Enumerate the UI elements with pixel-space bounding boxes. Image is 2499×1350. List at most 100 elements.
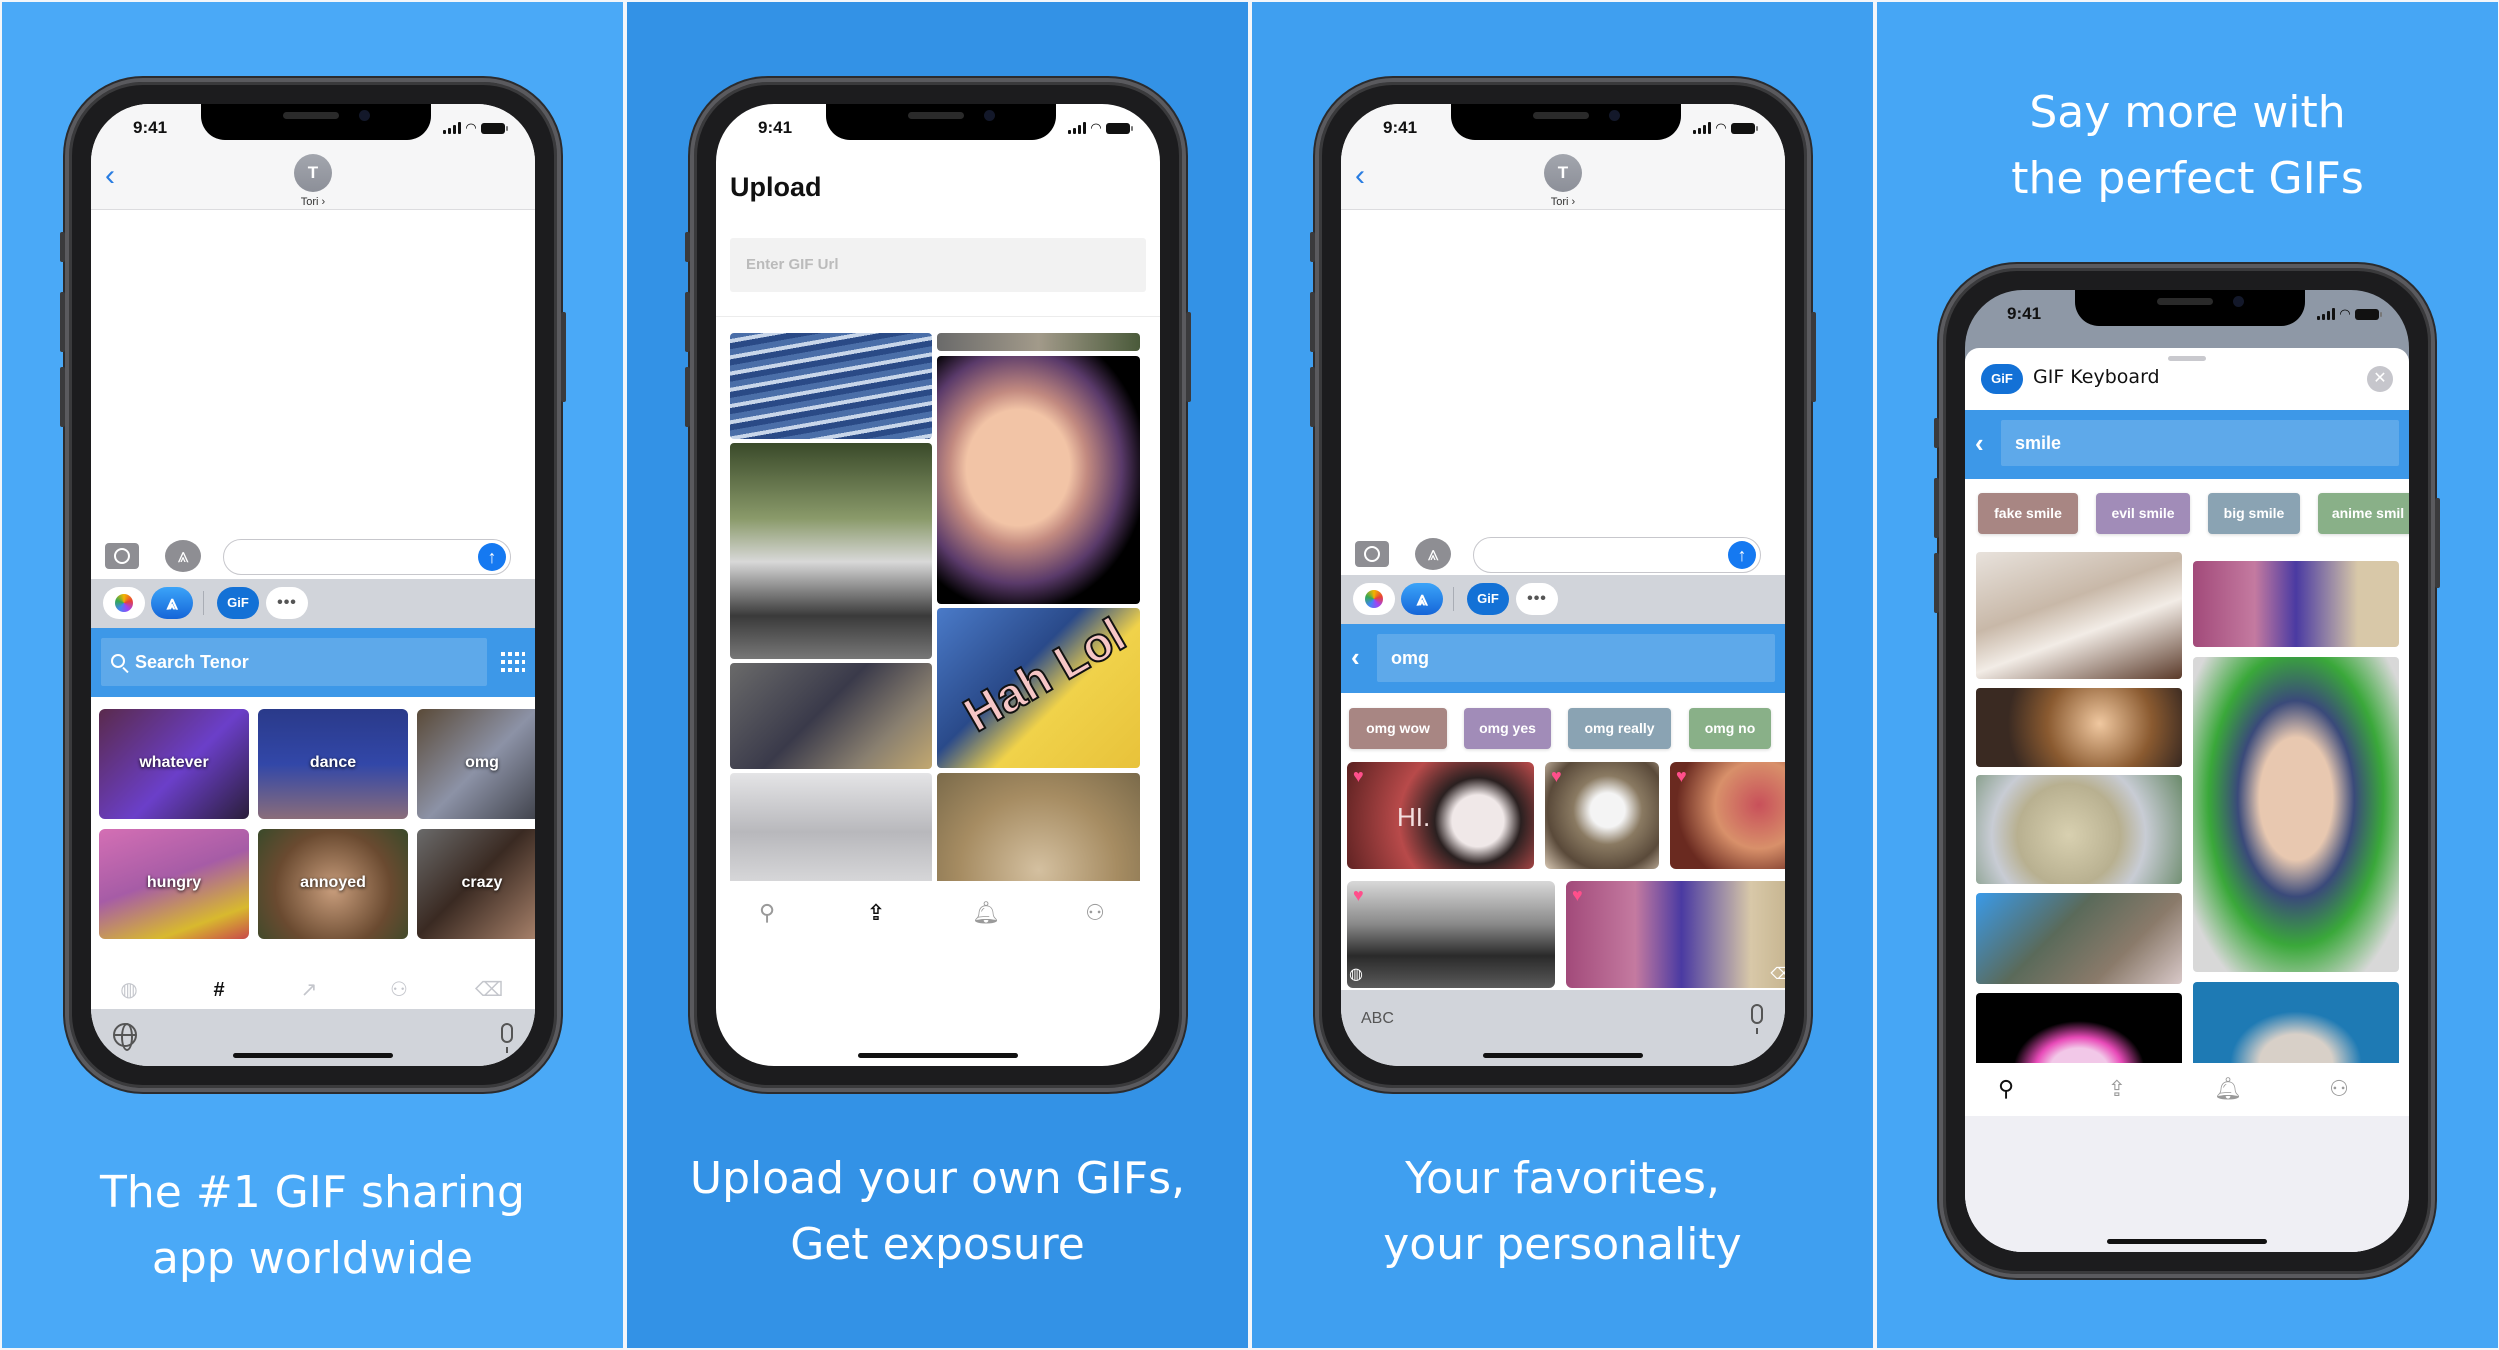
app-row-divider	[203, 591, 204, 615]
power-button	[1186, 312, 1191, 402]
favorite-gif-tile[interactable]: ♥	[1670, 762, 1785, 869]
favorite-gif-tile[interactable]: ♥	[1545, 762, 1659, 869]
favorite-heart-icon[interactable]: ♥	[1353, 767, 1364, 785]
profile-tab-icon[interactable]: ⚇	[381, 977, 417, 1003]
camera-icon[interactable]	[105, 543, 139, 569]
back-chevron-icon[interactable]: ‹	[1351, 644, 1360, 670]
gif-motorcycle-rider[interactable]	[730, 443, 932, 659]
camera-icon[interactable]	[1355, 541, 1389, 567]
smile-gif-tile[interactable]	[1976, 993, 2182, 1063]
search-tab-icon[interactable]: ⚲	[752, 898, 782, 928]
keyboard-toggle-icon[interactable]	[501, 652, 525, 672]
globe-icon[interactable]	[113, 1023, 137, 1051]
signal-icon	[1068, 122, 1086, 134]
globe-tab-icon[interactable]: ◍	[111, 977, 147, 1003]
gif-keyboard-app-icon[interactable]: GiF	[217, 587, 259, 619]
gif-cartoon-face[interactable]	[937, 356, 1140, 604]
close-icon[interactable]: ✕	[2367, 366, 2393, 392]
notifications-tab-icon[interactable]: 🔔︎	[2213, 1074, 2243, 1104]
contact-name[interactable]: Tori ›	[1341, 196, 1785, 208]
globe-overlay-icon[interactable]: ◍	[1349, 964, 1363, 984]
sheet-bottom-safe-area	[1965, 1116, 2409, 1252]
gif-hah-lol[interactable]: Hah Lol	[937, 608, 1140, 768]
volume-up-button	[1310, 292, 1315, 352]
back-chevron-icon[interactable]: ‹	[1355, 161, 1365, 191]
imessage-app-row: ⩓ GiF •••	[91, 579, 535, 628]
app-store-drawer-icon[interactable]: ⩓	[151, 587, 193, 619]
panel-favorites: ‹ T Tori › 9:41 ◠ ⩓ ↑ ⩓ GiF ••• ‹ omg om…	[1252, 2, 1873, 1348]
more-apps-icon[interactable]: •••	[1516, 583, 1558, 615]
gif-mountain-strip[interactable]	[937, 333, 1140, 351]
smile-gif-tile[interactable]	[1976, 552, 2182, 679]
app-store-icon[interactable]: ⩓	[165, 540, 201, 572]
category-tile[interactable]: whatever	[99, 709, 249, 819]
sheet-title: GIF Keyboard	[2033, 366, 2160, 388]
more-apps-icon[interactable]: •••	[266, 587, 308, 619]
suggestion-chip[interactable]: anime smil	[2318, 493, 2409, 534]
gif-keyboard-app-icon[interactable]: GiF	[1467, 583, 1509, 615]
suggestion-chip[interactable]: omg no	[1689, 708, 1771, 749]
category-tile[interactable]: crazy	[417, 829, 535, 939]
phone-screen: 9:41 ◠ GiF GIF Keyboard ✕ ‹ smile fake s…	[1965, 290, 2409, 1252]
delete-overlay-icon[interactable]: ⌫	[1770, 964, 1785, 984]
favorite-gif-tile[interactable]: ♥ HI.	[1347, 762, 1534, 869]
back-chevron-icon[interactable]: ‹	[1975, 430, 1984, 456]
message-input[interactable]: ↑	[223, 539, 511, 575]
upload-tab-icon[interactable]: ⇪	[2102, 1074, 2132, 1104]
microphone-icon[interactable]	[501, 1023, 513, 1053]
app-store-icon[interactable]: ⩓	[1415, 538, 1451, 570]
photos-app-icon[interactable]	[1353, 583, 1395, 615]
send-arrow-icon[interactable]: ↑	[478, 543, 506, 571]
suggestion-chip[interactable]: fake smile	[1978, 493, 2078, 534]
smile-gif-tile[interactable]	[2193, 657, 2399, 972]
back-chevron-icon[interactable]: ‹	[105, 161, 115, 191]
favorite-heart-icon[interactable]: ♥	[1551, 767, 1562, 785]
favorite-gif-tile[interactable]: ♥ ◍	[1347, 881, 1555, 988]
contact-avatar[interactable]: T	[294, 154, 332, 192]
suggestion-chip[interactable]: omg yes	[1464, 708, 1551, 749]
abc-keyboard-button[interactable]: ABC	[1361, 1010, 1394, 1028]
category-tile[interactable]: omg	[417, 709, 535, 819]
favorite-heart-icon[interactable]: ♥	[1676, 767, 1687, 785]
gif-dog-phone[interactable]	[937, 773, 1140, 881]
favorite-gif-tile[interactable]: ♥ ⌫	[1566, 881, 1785, 988]
hashtag-tab-icon[interactable]: #	[201, 977, 237, 1003]
smile-gif-tile[interactable]	[1976, 775, 2182, 884]
message-input[interactable]: ↑	[1473, 537, 1761, 573]
profile-tab-icon[interactable]: ⚇	[1080, 898, 1110, 928]
category-tile[interactable]: hungry	[99, 829, 249, 939]
suggestion-chip[interactable]: evil smile	[2096, 493, 2190, 534]
gif-three-men[interactable]	[730, 663, 932, 769]
gif-two-cats[interactable]	[730, 773, 932, 881]
smile-gif-tile[interactable]	[1976, 688, 2182, 767]
suggestion-chip[interactable]: big smile	[2208, 493, 2300, 534]
microphone-icon[interactable]	[1751, 1004, 1763, 1034]
app-store-drawer-icon[interactable]: ⩓	[1401, 583, 1443, 615]
search-input[interactable]: Search Tenor	[101, 638, 487, 686]
photos-app-icon[interactable]	[103, 587, 145, 619]
smile-gif-tile[interactable]	[2193, 561, 2399, 647]
upload-tab-icon[interactable]: ⇪	[861, 898, 891, 928]
sheet-grabber[interactable]	[2168, 356, 2206, 361]
contact-name[interactable]: Tori ›	[91, 196, 535, 208]
smile-gif-tile[interactable]	[2193, 982, 2399, 1063]
send-arrow-icon[interactable]: ↑	[1728, 541, 1756, 569]
suggestion-chip[interactable]: omg wow	[1349, 708, 1447, 749]
gif-water-reflection[interactable]	[730, 333, 932, 439]
contact-avatar[interactable]: T	[1544, 154, 1582, 192]
profile-tab-icon[interactable]: ⚇	[2324, 1074, 2354, 1104]
category-tile[interactable]: dance	[258, 709, 408, 819]
search-input[interactable]: smile	[2001, 420, 2399, 466]
search-input[interactable]: omg	[1377, 634, 1775, 682]
trending-tab-icon[interactable]: ↗	[291, 977, 327, 1003]
delete-tab-icon[interactable]: ⌫	[471, 977, 507, 1003]
smile-gif-tile[interactable]	[1976, 893, 2182, 984]
volume-down-button	[1934, 553, 1939, 613]
category-tile[interactable]: annoyed	[258, 829, 408, 939]
search-tab-icon[interactable]: ⚲	[1991, 1074, 2021, 1104]
gif-url-input[interactable]: Enter GIF Url	[730, 238, 1146, 292]
favorite-heart-icon[interactable]: ♥	[1353, 886, 1364, 904]
favorite-heart-icon[interactable]: ♥	[1572, 886, 1583, 904]
suggestion-chip[interactable]: omg really	[1568, 708, 1671, 749]
notifications-tab-icon[interactable]: 🔔︎	[971, 898, 1001, 928]
